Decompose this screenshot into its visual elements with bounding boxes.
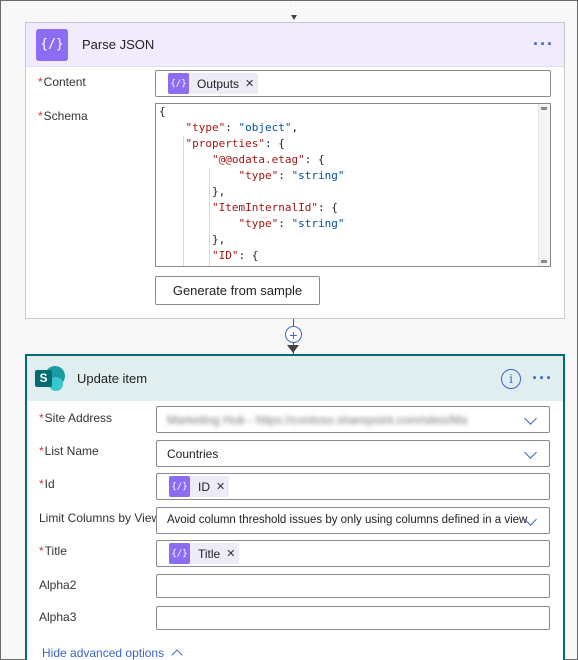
outputs-token[interactable]: {/} Outputs ✕ — [168, 73, 259, 94]
arrow-down-icon — [287, 345, 299, 353]
update-item-header[interactable]: S Update item i ··· — [27, 356, 563, 401]
id-field[interactable]: {/} ID ✕ — [156, 473, 550, 500]
chevron-down-icon[interactable] — [524, 412, 537, 425]
alpha2-field[interactable] — [156, 574, 550, 598]
alpha3-field[interactable] — [156, 606, 550, 630]
expression-icon: {/} — [169, 543, 190, 564]
more-options-icon[interactable]: ··· — [532, 368, 553, 389]
parse-json-card: {/} Parse JSON ··· *Content {/} Outputs … — [25, 22, 565, 319]
add-step-icon[interactable]: + — [285, 326, 302, 343]
data-operation-icon: {/} — [36, 28, 68, 61]
list-name-label: *List Name — [39, 444, 99, 458]
id-label: *Id — [39, 477, 55, 491]
id-token[interactable]: {/} ID ✕ — [169, 476, 230, 497]
schema-line: "ItemInternalId": { — [211, 201, 338, 214]
limit-columns-dropdown[interactable]: Avoid column threshold issues by only us… — [156, 507, 550, 534]
schema-line: "type": "object", — [185, 121, 299, 134]
remove-token-icon[interactable]: ✕ — [216, 480, 225, 493]
schema-line: "type": "string" — [238, 169, 345, 182]
update-item-card: S Update item i ··· *Site Address Market… — [25, 354, 565, 660]
schema-line: }, — [159, 233, 226, 246]
title-label: *Title — [39, 544, 67, 558]
content-label: *Content — [38, 75, 86, 89]
title-token[interactable]: {/} Title ✕ — [169, 543, 240, 564]
info-icon[interactable]: i — [501, 368, 521, 389]
title-field[interactable]: {/} Title ✕ — [156, 540, 550, 567]
site-address-label: *Site Address — [39, 411, 113, 425]
list-name-dropdown[interactable]: Countries — [156, 440, 550, 467]
generate-from-sample-button[interactable]: Generate from sample — [155, 276, 320, 305]
remove-token-icon[interactable]: ✕ — [226, 547, 235, 560]
parse-json-header[interactable]: {/} Parse JSON ··· — [26, 23, 564, 67]
more-options-icon[interactable]: ··· — [533, 34, 554, 55]
remove-token-icon[interactable]: ✕ — [245, 77, 254, 90]
schema-line: }, — [159, 185, 226, 198]
schema-label: *Schema — [38, 109, 88, 123]
sharepoint-icon: S — [35, 364, 65, 394]
hide-advanced-options-link[interactable]: Hide advanced options — [42, 646, 183, 660]
outputs-token-label: Outputs — [197, 76, 240, 91]
chevron-up-icon — [171, 649, 183, 660]
title-token-label: Title — [198, 546, 221, 561]
schema-scrollbar[interactable] — [538, 104, 550, 266]
id-token-label: ID — [198, 479, 210, 494]
top-arrow-icon — [291, 15, 297, 20]
schema-line: "type": "string" — [238, 217, 345, 230]
alpha2-label: Alpha2 — [39, 578, 77, 592]
update-item-title: Update item — [77, 371, 148, 386]
parse-json-title: Parse JSON — [82, 37, 155, 52]
schema-line: { — [159, 105, 166, 118]
schema-line: "@@odata.etag": { — [211, 153, 325, 166]
content-field[interactable]: {/} Outputs ✕ — [155, 70, 551, 97]
schema-line: "properties": { — [185, 137, 285, 150]
chevron-down-icon[interactable] — [524, 446, 537, 459]
limit-columns-label: Limit Columns by View — [39, 511, 161, 525]
hide-advanced-label: Hide advanced options — [42, 646, 165, 660]
site-address-value: Marketing Hub - https://contoso.sharepoi… — [167, 413, 467, 427]
schema-editor[interactable]: { "type": "object", "properties": { "@@o… — [155, 103, 551, 267]
list-name-value: Countries — [167, 447, 219, 461]
expression-icon: {/} — [169, 476, 190, 497]
schema-line: "ID": { — [211, 249, 259, 262]
limit-columns-value: Avoid column threshold issues by only us… — [167, 514, 528, 526]
site-address-dropdown[interactable]: Marketing Hub - https://contoso.sharepoi… — [156, 406, 550, 433]
expression-icon: {/} — [168, 73, 189, 94]
top-connector-line — [293, 1, 294, 15]
alpha3-label: Alpha3 — [39, 610, 77, 624]
